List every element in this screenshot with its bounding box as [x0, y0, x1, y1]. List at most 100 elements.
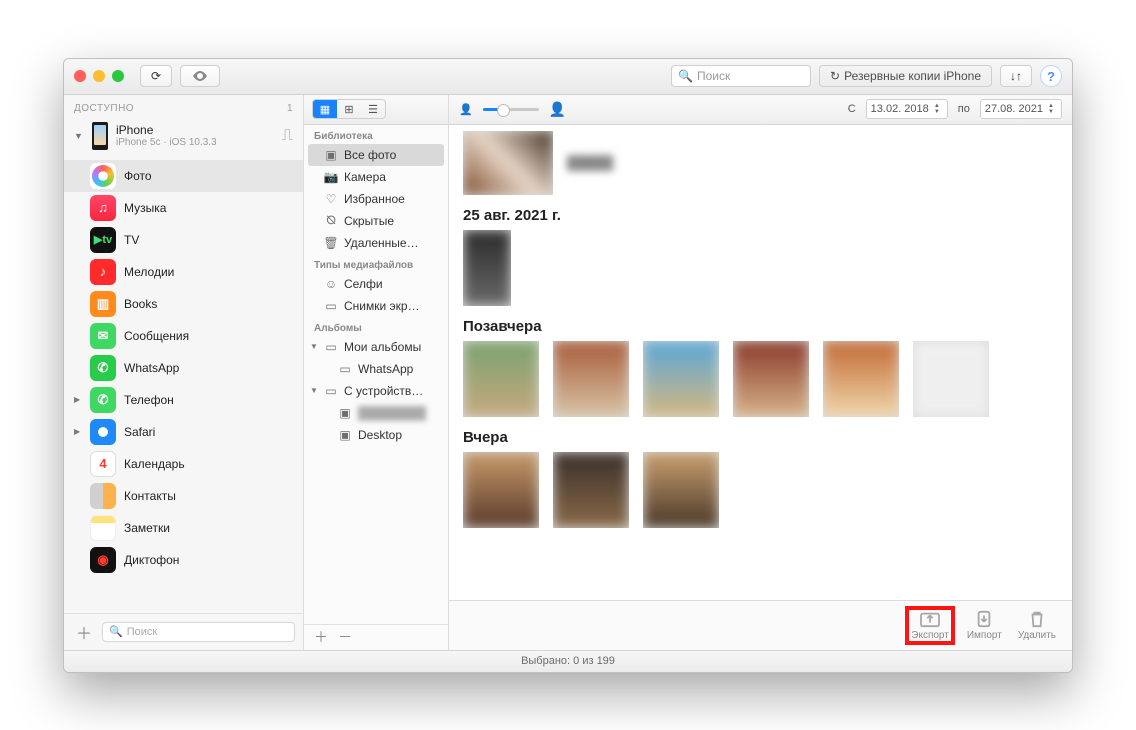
refresh-button[interactable]: ⟳	[140, 65, 172, 87]
phone-icon: ✆	[90, 387, 116, 413]
remove-album-button[interactable]: －	[338, 627, 352, 647]
date-to-input[interactable]: 27.08. 2021 ▲▼	[980, 99, 1062, 119]
sidebar-item-messages[interactable]: ✉ Сообщения	[64, 320, 303, 352]
photo-thumbnail[interactable]	[643, 341, 719, 417]
date-stepper-icon[interactable]: ▲▼	[1045, 103, 1057, 115]
global-search-input[interactable]: 🔍 Поиск	[671, 65, 811, 87]
trash-icon: 🗑	[324, 236, 338, 250]
search-icon: 🔍	[109, 625, 123, 638]
photo-thumbnail[interactable]	[733, 341, 809, 417]
photo-thumbnail[interactable]	[553, 341, 629, 417]
notes-icon	[90, 515, 116, 541]
grid-view-icon[interactable]: ▦	[313, 100, 337, 118]
sidebar-item-notes[interactable]: Заметки	[64, 512, 303, 544]
sidebar-item-photos[interactable]: Фото	[64, 160, 303, 192]
library-item-whatsapp-album[interactable]: ▭WhatsApp	[304, 358, 448, 380]
export-button[interactable]: Экспорт	[905, 606, 955, 645]
tv-icon: ▶tv	[90, 227, 116, 253]
albums-header: Альбомы	[304, 317, 448, 336]
import-icon	[973, 610, 995, 628]
library-item-screenshots[interactable]: ▭Снимки экр…	[304, 295, 448, 317]
library-item-from-device[interactable]: ▼▭С устройств…	[304, 380, 448, 402]
photo-thumbnail[interactable]	[913, 341, 989, 417]
import-button[interactable]: Импорт	[963, 608, 1006, 643]
library-item-all[interactable]: ▣Все фото	[308, 144, 444, 166]
hidden-icon: ⦰	[324, 213, 338, 228]
selection-status: Выбрано: 0 из 199	[521, 655, 615, 667]
photo-thumbnail[interactable]	[463, 230, 511, 306]
help-button[interactable]: ?	[1040, 65, 1062, 87]
sidebar-item-ringtones[interactable]: ♪ Мелодии	[64, 256, 303, 288]
sidebar-item-music[interactable]: ♫ Музыка	[64, 192, 303, 224]
close-window-button[interactable]	[74, 70, 86, 82]
device-thumbnail-icon	[92, 122, 108, 150]
thumbnail-size-slider[interactable]	[483, 108, 539, 111]
library-item-favorites[interactable]: ♡Избранное	[304, 188, 448, 210]
photo-thumbnail[interactable]	[463, 452, 539, 528]
photo-gallery[interactable]: █████ 25 авг. 2021 г. Позавчера	[449, 125, 1072, 600]
date-from-input[interactable]: 13.02. 2018 ▲▼	[866, 99, 948, 119]
books-icon: ▥	[90, 291, 116, 317]
date-group-header: Вчера	[463, 429, 1058, 446]
photo-thumbnail[interactable]	[823, 341, 899, 417]
list-view-icon[interactable]: ☰	[361, 100, 385, 118]
action-bar: Экспорт Импорт Удалить	[449, 600, 1072, 650]
album-icon: ▣	[338, 428, 352, 442]
disclosure-triangle-icon[interactable]: ▼	[74, 131, 84, 141]
sidebar-item-tv[interactable]: ▶tv TV	[64, 224, 303, 256]
photo-thumbnail[interactable]	[463, 131, 553, 195]
sidebar-item-calendar[interactable]: 4 Календарь	[64, 448, 303, 480]
chevron-right-icon[interactable]: ▶	[74, 427, 80, 436]
library-item-selfies[interactable]: ☺Селфи	[304, 273, 448, 295]
sidebar-item-whatsapp[interactable]: ✆ WhatsApp	[64, 352, 303, 384]
chevron-right-icon[interactable]: ▶	[74, 395, 80, 404]
sidebar-search-input[interactable]: 🔍 Поиск	[102, 622, 295, 642]
folder-icon: ▭	[324, 384, 338, 398]
date-stepper-icon[interactable]: ▲▼	[931, 103, 943, 115]
voicememos-icon: ◉	[90, 547, 116, 573]
thumb-view-icon[interactable]: ⊞	[337, 100, 361, 118]
safari-icon	[90, 419, 116, 445]
camera-icon: 📷	[324, 170, 338, 184]
sidebar-item-contacts[interactable]: Контакты	[64, 480, 303, 512]
library-item-hidden[interactable]: ⦰Скрытые	[304, 210, 448, 232]
minimize-window-button[interactable]	[93, 70, 105, 82]
date-to-label: по	[958, 103, 970, 115]
photo-stack-icon: ▣	[324, 148, 338, 162]
photo-thumbnail[interactable]	[643, 452, 719, 528]
chevron-down-icon[interactable]: ▼	[310, 342, 318, 351]
zoom-window-button[interactable]	[112, 70, 124, 82]
person-large-icon: 👤	[549, 101, 566, 118]
sidebar-item-phone[interactable]: ▶ ✆ Телефон	[64, 384, 303, 416]
device-name: iPhone	[116, 123, 274, 137]
device-row[interactable]: ▼ iPhone iPhone 5c · iOS 10.3.3 ⎍	[64, 118, 303, 158]
app-window: ⟳ 🔍 Поиск ↻ Резервные копии iPhone ↓↑ ? …	[63, 58, 1073, 673]
sidebar-item-safari[interactable]: ▶ Safari	[64, 416, 303, 448]
messages-icon: ✉	[90, 323, 116, 349]
photos-icon	[92, 165, 114, 187]
library-item-my-albums[interactable]: ▼▭Мои альбомы	[304, 336, 448, 358]
filter-bar: 👤 👤 С 13.02. 2018 ▲▼ по 27.08. 2021 ▲▼	[449, 95, 1072, 125]
backups-button[interactable]: ↻ Резервные копии iPhone	[819, 65, 992, 87]
library-item-desktop[interactable]: ▣Desktop	[304, 424, 448, 446]
sidebar-item-books[interactable]: ▥ Books	[64, 288, 303, 320]
photo-thumbnail[interactable]	[463, 341, 539, 417]
sidebar-item-voicememos[interactable]: ◉ Диктофон	[64, 544, 303, 576]
view-mode-segment[interactable]: ▦ ⊞ ☰	[312, 99, 386, 119]
person-small-icon: 👤	[459, 103, 473, 116]
status-bar: Выбрано: 0 из 199	[64, 650, 1072, 672]
screenshot-icon: ▭	[324, 299, 338, 313]
photo-thumbnail[interactable]	[553, 452, 629, 528]
sidebar-section-header: ДОСТУПНО 1	[64, 95, 303, 118]
library-item-blurred[interactable]: ▣████████	[304, 402, 448, 424]
transfer-button[interactable]: ↓↑	[1000, 65, 1032, 87]
search-placeholder: Поиск	[697, 69, 730, 83]
quicklook-button[interactable]	[180, 65, 220, 87]
library-item-camera[interactable]: 📷Камера	[304, 166, 448, 188]
add-album-button[interactable]: ＋	[314, 627, 328, 647]
delete-button[interactable]: Удалить	[1014, 608, 1060, 643]
library-item-deleted[interactable]: 🗑Удаленные…	[304, 232, 448, 254]
add-button[interactable]: ＋	[72, 620, 96, 644]
date-group-header: 25 авг. 2021 г.	[463, 207, 1058, 224]
chevron-down-icon[interactable]: ▼	[310, 386, 318, 395]
